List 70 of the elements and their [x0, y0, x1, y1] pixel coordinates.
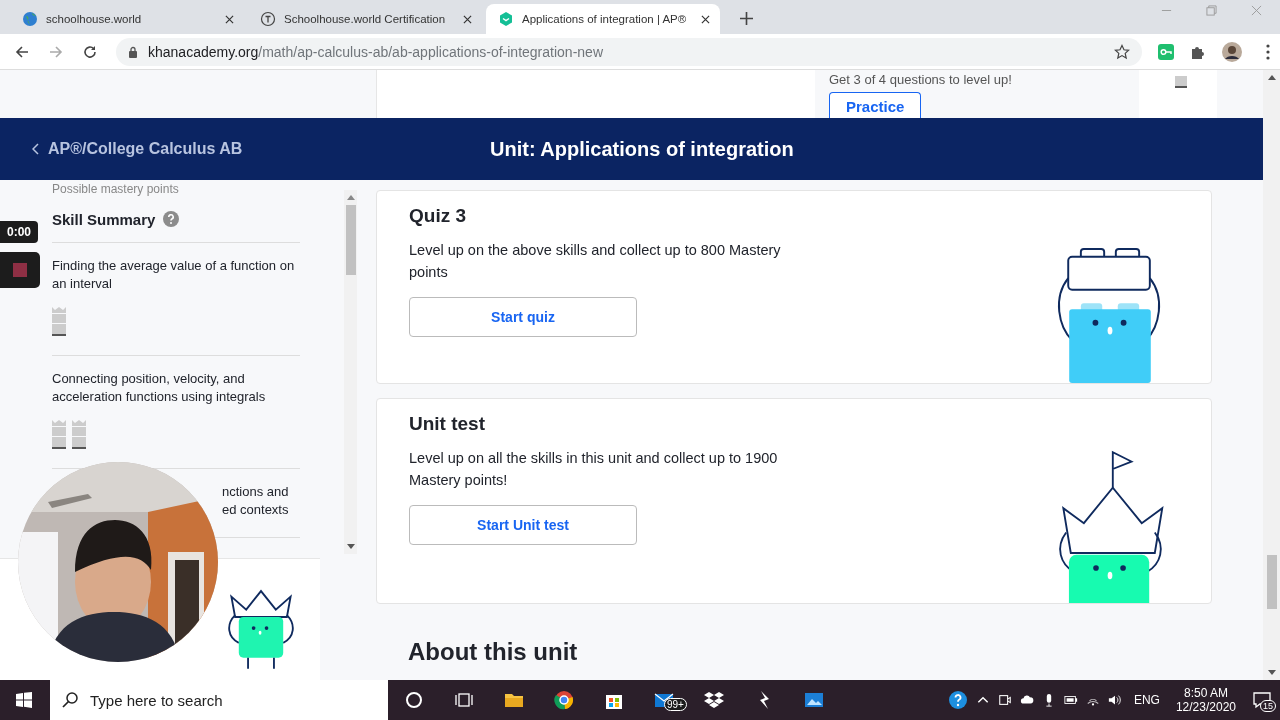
star-icon[interactable]: [1114, 43, 1130, 60]
avatar-icon[interactable]: [1222, 41, 1242, 62]
practice-button[interactable]: Practice: [829, 92, 922, 118]
cortana-icon[interactable]: [404, 690, 424, 710]
address-field[interactable]: khanacademy.org/math/ap-calculus-ab/ab-applications-of-integration-new: [116, 37, 1142, 66]
browser-tab[interactable]: schoolhouse.world: [10, 4, 244, 34]
scroll-down-icon[interactable]: [1267, 670, 1276, 675]
clock-date[interactable]: 12/23/2020: [1175, 700, 1236, 714]
scrollbar[interactable]: [1263, 70, 1280, 680]
clock-time[interactable]: 8:50 AM: [1183, 686, 1228, 700]
skill-title[interactable]: Finding the average value of a function on an interval: [52, 257, 300, 293]
unit-title: Unit: Applications of integration: [490, 137, 794, 161]
card-description: Level up on the above skills and collect up to 800 Mastery points: [409, 241, 782, 282]
language-indicator[interactable]: ENG: [1133, 693, 1160, 707]
circle-t-icon: [260, 11, 276, 27]
mastery-tower-icon: [52, 420, 66, 450]
hexagon-icon: [498, 11, 514, 27]
browser-tab[interactable]: Applications of integration | AP®: [486, 4, 720, 34]
cloud-icon[interactable]: [1019, 693, 1034, 707]
browser-tab[interactable]: Schoolhouse.world Certification: [248, 4, 482, 34]
search-field[interactable]: Type here to search: [88, 690, 352, 710]
mastery-caption: Possible mastery points: [52, 182, 180, 196]
card-title: Quiz 3: [409, 205, 467, 227]
camera-icon[interactable]: [997, 693, 1012, 707]
task-view-icon[interactable]: [454, 690, 474, 710]
dropbox-icon[interactable]: [704, 690, 724, 710]
tab-title: schoolhouse.world: [46, 13, 143, 25]
close-icon[interactable]: [463, 14, 472, 24]
search-bar[interactable]: Type here to search: [50, 680, 388, 720]
speaker-icon[interactable]: [1107, 693, 1122, 707]
menu-icon[interactable]: [1266, 43, 1270, 60]
section-heading: About this unit: [408, 638, 579, 666]
recording-timer: 0:00: [0, 221, 38, 243]
globe-icon: [22, 11, 38, 27]
back-arrow-icon[interactable]: [14, 43, 30, 60]
scroll-up-icon[interactable]: [346, 195, 355, 200]
scrollbar[interactable]: [344, 190, 357, 554]
scrollbar-thumb[interactable]: [1266, 555, 1277, 609]
tower-icon: [1175, 76, 1187, 88]
close-icon[interactable]: [701, 14, 710, 24]
chevron-left-icon: [32, 143, 40, 155]
skill-summary-heading: Skill Summary: [52, 210, 156, 228]
plus-icon[interactable]: [740, 12, 753, 25]
search-icon: [62, 692, 78, 708]
mastery-tower-icon: [52, 307, 66, 337]
start-button[interactable]: Start quiz: [409, 297, 637, 337]
photos-icon[interactable]: [804, 690, 824, 710]
course-link[interactable]: AP®/College Calculus AB: [0, 140, 360, 158]
lock-icon: [128, 45, 138, 58]
tab-title: Applications of integration | AP®: [522, 13, 688, 25]
url-text: khanacademy.org/math/ap-calculus-ab/ab-applications-of-integration-new: [148, 43, 603, 60]
notification-count: 15: [1260, 700, 1276, 712]
card-description: Level up on all the skills in this unit and collect up to 1900 Mastery points!: [409, 449, 779, 490]
close-icon[interactable]: [225, 14, 234, 24]
scroll-up-icon[interactable]: [1267, 75, 1276, 80]
windows-logo-icon[interactable]: [16, 692, 32, 708]
level-up-text: Get 3 of 4 questions to level up!: [829, 72, 1013, 87]
browser-icon[interactable]: [554, 690, 574, 710]
help-icon[interactable]: [947, 690, 968, 710]
skill-title[interactable]: Connecting position, velocity, and acceleration functions using integrals: [52, 370, 300, 406]
reload-icon[interactable]: [82, 43, 98, 60]
start-button[interactable]: Start Unit test: [409, 505, 637, 545]
scrollbar-thumb[interactable]: [345, 205, 356, 275]
scroll-down-icon[interactable]: [346, 544, 355, 549]
battery-icon[interactable]: [1063, 693, 1078, 707]
tab-title: Schoolhouse.world Certification: [284, 13, 447, 25]
card-title: Unit test: [409, 413, 486, 435]
unread-badge: 99+: [664, 698, 687, 711]
skill-title[interactable]: nctions and ed contexts: [222, 483, 300, 519]
mastery-tower-icon: [72, 420, 86, 450]
